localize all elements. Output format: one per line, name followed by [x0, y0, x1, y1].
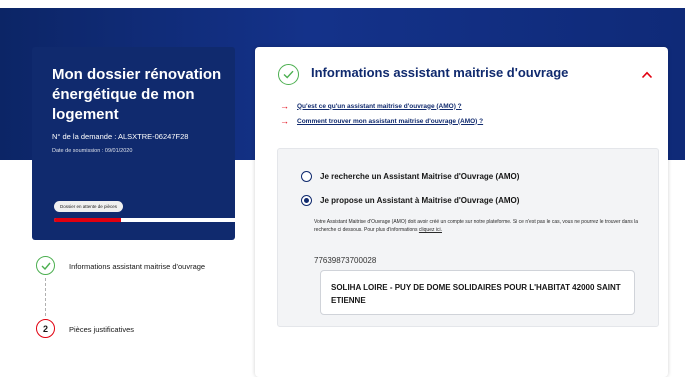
amo-info-body: Votre Assistant Maitrise d'Ouvrage (AMO)…	[314, 219, 639, 233]
amo-choice-box: Je recherche un Assistant Maitrise d'Ouv…	[277, 148, 659, 327]
link-text: Qu'est ce qu'un assistant maitrise d'ouv…	[297, 102, 462, 110]
dossier-progress-bar	[54, 218, 244, 222]
amo-info-text: Votre Assistant Maitrise d'Ouvrage (AMO)…	[314, 218, 644, 234]
panel-title: Informations assistant maitrise d'ouvrag…	[311, 65, 569, 80]
info-link[interactable]: cliquez ici.	[419, 227, 442, 233]
arrow-right-icon: →	[280, 101, 289, 111]
check-circle-icon	[278, 64, 299, 85]
radio-propose-amo[interactable]: Je propose un Assistant à Maitrise d'Ouv…	[301, 195, 519, 206]
radio-label: Je propose un Assistant à Maitrise d'Ouv…	[320, 196, 520, 205]
step-pieces-justificatives[interactable]: 2 Pièces justificatives	[36, 319, 219, 338]
chevron-up-icon[interactable]	[641, 69, 653, 81]
step-label: Pièces justificatives	[69, 325, 135, 334]
step-check-icon	[36, 256, 55, 275]
top-strip	[0, 0, 685, 8]
dossier-number: N° de la demande : ALSXTRE-06247F28	[52, 132, 189, 141]
radio-unchecked[interactable]	[301, 171, 312, 182]
status-badge: Dossier en attente de pièces	[54, 201, 124, 212]
link-find-amo[interactable]: → Comment trouver mon assistant maitrise…	[280, 116, 483, 126]
link-text: Comment trouver mon assistant maitrise d…	[297, 117, 484, 125]
amo-siret-value: 77639873700028	[314, 256, 377, 265]
radio-checked[interactable]	[301, 195, 312, 206]
arrow-right-icon: →	[280, 116, 289, 126]
step-connector	[45, 278, 46, 316]
amo-search-result[interactable]: SOLIHA LOIRE - PUY DE DOME SOLIDAIRES PO…	[320, 270, 635, 315]
radio-label: Je recherche un Assistant Maitrise d'Ouv…	[320, 172, 520, 181]
amo-info-panel: Informations assistant maitrise d'ouvrag…	[255, 47, 668, 377]
radio-search-amo[interactable]: Je recherche un Assistant Maitrise d'Ouv…	[301, 171, 519, 182]
step-number-badge: 2	[36, 319, 55, 338]
dossier-summary-card: Mon dossier rénovation énergétique de mo…	[32, 47, 244, 240]
step-amo-info[interactable]: Informations assistant maitrise d'ouvrag…	[36, 256, 219, 275]
link-what-is-amo[interactable]: → Qu'est ce qu'un assistant maitrise d'o…	[280, 101, 462, 111]
dossier-title: Mon dossier rénovation énergétique de mo…	[52, 66, 222, 123]
dossier-progress-fill	[54, 218, 121, 222]
step-label: Informations assistant maitrise d'ouvrag…	[69, 262, 206, 271]
dossier-submission-date: Date de soumission : 09/01/2020	[52, 148, 133, 154]
